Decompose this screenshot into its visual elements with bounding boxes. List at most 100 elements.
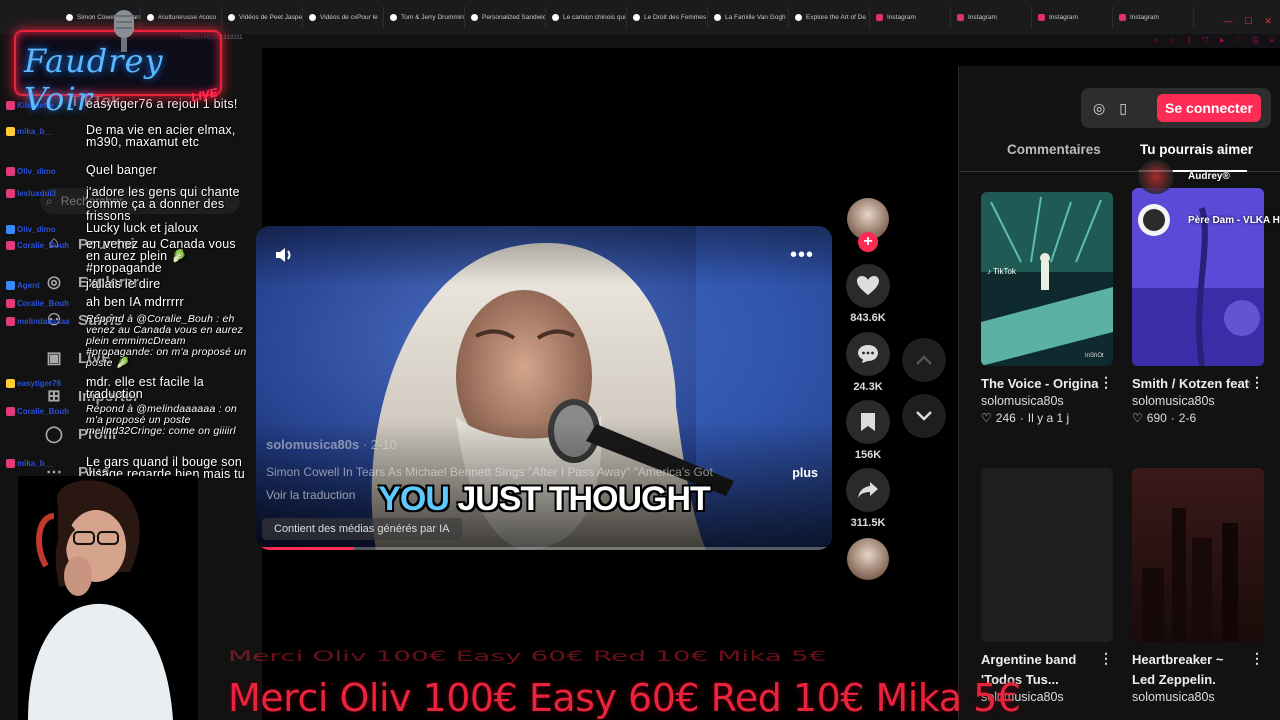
chat-username: mika_b__ [17, 127, 54, 136]
maximize-icon[interactable]: ☐ [1244, 16, 1252, 27]
list-icon[interactable]: ☰ [1252, 36, 1259, 46]
tab-label: Instagram [1130, 13, 1159, 21]
heart-outline-icon: ♡ [1132, 411, 1143, 425]
more-text-button[interactable]: plus [792, 466, 818, 480]
browser-tab[interactable]: Vidéos de cxPour le [303, 6, 384, 28]
chat-message: Coralie_Bouh ah ben IA mdrrrrr [0, 296, 248, 308]
tab-label: Personalized Sandwich [482, 13, 546, 21]
chat-text: De ma vie en acier elmax, m390, maxamut … [86, 123, 236, 149]
card-more-icon[interactable]: ⋮ [1099, 650, 1113, 667]
download-icon[interactable]: ⇩ [1186, 36, 1193, 46]
badge-icon [6, 225, 15, 234]
chat-badges: lesluxdui3 [0, 186, 86, 222]
heart-icon[interactable]: ♡ [1235, 36, 1242, 46]
follow-button[interactable]: + [858, 232, 878, 252]
tab-comments[interactable]: Commentaires [1007, 142, 1101, 157]
chat-message: mika_b__ De ma vie en acier elmax, m390, … [0, 124, 248, 148]
browser-tab[interactable]: La Famille Van Gogh [708, 6, 789, 28]
browser-tab[interactable]: Vidéos de Peet Jasper [222, 6, 303, 28]
video-author[interactable]: solomusica80s · 2-10 [266, 437, 397, 452]
overlay-avatar [1138, 160, 1174, 194]
browser-tab[interactable]: Le camion chinois qui [546, 6, 627, 28]
browser-tab[interactable]: Instagram [1032, 6, 1113, 28]
zoom-icon[interactable]: ⌕ [1154, 36, 1158, 46]
menu-icon[interactable]: ≡ [1269, 36, 1274, 46]
video-thumbnail[interactable] [981, 468, 1113, 642]
card-title[interactable]: The Voice - Original theme b... [981, 374, 1099, 394]
webcam-image [18, 476, 198, 720]
chat-message: Oliv_dimo Quel banger [0, 164, 248, 176]
previous-video-button[interactable] [902, 338, 946, 382]
sound-avatar[interactable] [847, 538, 889, 580]
video-progress-bar[interactable] [256, 547, 832, 550]
login-button[interactable]: Se connecter [1157, 94, 1261, 122]
tiktok-icon [633, 13, 640, 21]
browser-tab[interactable]: Instagram [951, 6, 1032, 28]
video-player[interactable]: ••• solomusica80s · 2-10 Simon Cowell In… [256, 226, 832, 550]
badge-icon [6, 127, 15, 136]
tab-label: Instagram [1049, 13, 1078, 21]
chat-message: easytiger76 mdr. elle est facile la tradu… [0, 376, 248, 400]
suggested-video-card[interactable]: Argentine band 'Todos Tus... ⋮ solomusic… [981, 468, 1113, 704]
card-title[interactable]: Smith / Kotzen featuring Nicko... [1132, 374, 1250, 394]
stream-chat: Kilometre easytiger76 a rejoui 1 bits! mik… [0, 98, 248, 492]
bookmark-icon[interactable]: ☆ [1168, 36, 1175, 46]
browser-tab[interactable]: Instagram [1113, 6, 1194, 28]
tab-label: Le Droit des Femmes [644, 13, 707, 21]
card-more-icon[interactable]: ⋮ [1099, 374, 1113, 391]
badge-icon [6, 167, 15, 176]
compass-icon[interactable]: ◎ [1093, 100, 1105, 117]
browser-tab[interactable]: Tom & Jerry Drumming [384, 6, 465, 28]
comment-button[interactable] [846, 332, 890, 376]
tab-suggestions[interactable]: Tu pourrais aimer [1140, 142, 1253, 157]
chat-badges: melindaaaaaa [0, 314, 86, 369]
chat-message: Oliv_dimo Lucky luck et jaloux [0, 222, 248, 234]
tab-label: Vidéos de cxPour le [320, 13, 378, 21]
chat-username: lesluxdui3 [17, 189, 57, 198]
video-date: · 2-10 [359, 437, 397, 452]
browser-tab[interactable]: #culturerusse #coco [141, 6, 222, 28]
svg-text:♪ TikTok: ♪ TikTok [987, 267, 1017, 276]
window-controls: — ☐ ✕ [1223, 16, 1272, 27]
badge-icon [6, 189, 15, 198]
card-age: 2-6 [1178, 411, 1197, 425]
video-progress-fill [256, 547, 354, 550]
next-video-button[interactable] [902, 394, 946, 438]
card-more-icon[interactable]: ⋮ [1250, 650, 1264, 667]
shield-icon[interactable]: ⛉ [1202, 36, 1208, 46]
like-button[interactable] [846, 264, 890, 308]
tab-label: La Famille Van Gogh [725, 13, 786, 21]
suggested-video-card[interactable]: Heartbreaker ~ Led Zeppelin. ⋮ solomusic… [1132, 468, 1264, 704]
thumbnail-image: ♪ TikTok InShOt [981, 192, 1113, 366]
heart-icon [857, 276, 879, 295]
video-thumbnail[interactable] [1132, 468, 1264, 642]
minimize-icon[interactable]: — [1223, 16, 1232, 27]
badge-icon [6, 407, 15, 416]
tiktok-icon [471, 13, 478, 21]
close-icon[interactable]: ✕ [1264, 16, 1272, 27]
chat-text: Répond à @Coralie_Bouh : eh venez au Can… [86, 313, 247, 369]
card-author[interactable]: solomusica80s [981, 394, 1113, 408]
badge-icon [6, 459, 15, 468]
more-options-icon[interactable]: ••• [790, 244, 814, 267]
suggested-video-card[interactable]: ♪ TikTok InShOt The Voice - Original the… [981, 192, 1113, 425]
browser-tab[interactable]: Explore the Art of De [789, 6, 870, 28]
send-icon[interactable]: ➤ [1218, 36, 1225, 46]
card-more-icon[interactable]: ⋮ [1250, 374, 1264, 391]
card-title[interactable]: Heartbreaker ~ Led Zeppelin. [1132, 650, 1250, 690]
save-button[interactable] [846, 400, 890, 444]
video-thumbnail[interactable]: ♪ TikTok InShOt [981, 192, 1113, 366]
chevron-down-icon [916, 411, 932, 421]
device-icon[interactable]: ▯ [1119, 100, 1127, 117]
browser-tab[interactable]: Le Droit des Femmes [627, 6, 708, 28]
volume-icon[interactable] [274, 246, 296, 264]
ai-content-label: Contient des médias générés par IA [262, 518, 462, 540]
share-button[interactable] [846, 468, 890, 512]
card-author[interactable]: solomusica80s [1132, 394, 1264, 408]
chat-text: Lucky luck et jaloux [86, 221, 199, 235]
caption-rest: JUST THOUGHT [448, 480, 710, 518]
chat-badges: Oliv_dimo [0, 222, 86, 234]
browser-tab[interactable]: Personalized Sandwich [465, 6, 546, 28]
card-author[interactable]: solomusica80s [1132, 690, 1264, 704]
browser-tab[interactable]: Instagram [870, 6, 951, 28]
